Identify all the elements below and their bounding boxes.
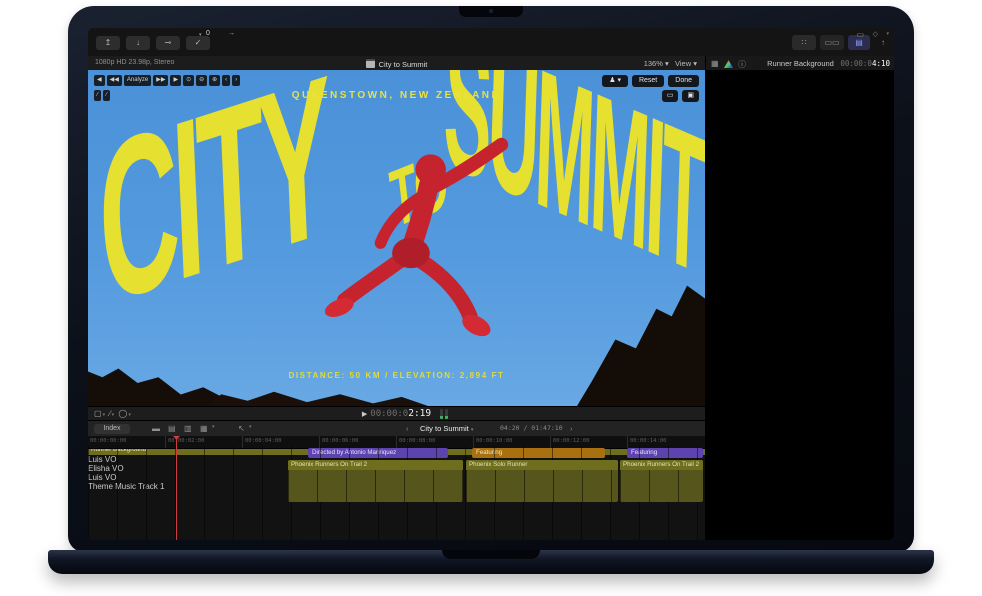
video-clip[interactable]: Phoenix Runners On Trail 2 bbox=[620, 460, 703, 502]
final-cut-pro-window: ↥ ↓ ⊸ ✓ ∷ ▭▭ ▤ ↑ 1080p HD 23.98p, Stereo… bbox=[88, 28, 894, 540]
selected-video-clip[interactable]: Runner Background bbox=[88, 445, 705, 455]
pointer-tool-button[interactable]: ↖ bbox=[238, 424, 245, 433]
viewer-zoom-menu[interactable]: 136% ▾ bbox=[644, 59, 669, 68]
loupe-button[interactable]: ⊙ bbox=[183, 75, 194, 86]
check-circle-icon: ✓ bbox=[195, 38, 202, 47]
keying-button[interactable]: ⊸ bbox=[156, 36, 180, 50]
clapperboard-icon bbox=[366, 59, 375, 68]
chevron-down-icon: ▾ bbox=[617, 77, 621, 84]
mask-rectangle-button[interactable]: ▭ bbox=[662, 90, 679, 102]
chevron-down-icon: ▾ bbox=[886, 31, 889, 37]
person-mask-menu-button[interactable]: ♟ ▾ bbox=[602, 75, 628, 87]
clip-appearance-icon-1[interactable]: ▬ bbox=[152, 424, 160, 433]
inspector-header: ▦ ⓘ Runner Background 00:00:04:10 bbox=[705, 56, 894, 71]
clip-filmstrip bbox=[466, 470, 618, 502]
timeline-project-menu[interactable]: City to Summit ▾ bbox=[420, 424, 473, 433]
lid-scoop bbox=[442, 550, 540, 559]
timeline-toggle-button[interactable]: ▭▭ bbox=[820, 35, 844, 50]
clip-title: Phoenix Solo Runner bbox=[466, 460, 618, 470]
done-button[interactable]: Done bbox=[668, 75, 699, 87]
share-icon: ↥ bbox=[105, 38, 112, 47]
inspector-panel-icon: ▤ bbox=[855, 38, 863, 47]
next-button[interactable]: › bbox=[232, 75, 240, 86]
viewer-canvas[interactable]: CITY SUMMIT TO QUEENSTOWN, NEW ZEAL bbox=[88, 70, 705, 406]
reset-button[interactable]: Reset bbox=[632, 75, 664, 87]
keyframe-diamond-icon[interactable]: ◇ bbox=[873, 30, 878, 38]
share-box-icon: ↑ bbox=[881, 38, 885, 47]
play-icon[interactable]: ▶ bbox=[362, 411, 367, 418]
draw-tools: ∕ ∕ bbox=[94, 90, 110, 101]
skip-back-button[interactable]: ◀ bbox=[94, 75, 105, 86]
zoom-out-button[interactable]: ⊖ bbox=[196, 75, 207, 86]
download-icon: ↓ bbox=[136, 38, 140, 47]
title-art-city: CITY bbox=[94, 70, 332, 357]
key-icon: ⊸ bbox=[165, 38, 172, 47]
rocks-center bbox=[208, 380, 428, 406]
chevron-down-icon: ▾ bbox=[693, 59, 697, 68]
chevron-down-icon: ▾ bbox=[212, 424, 215, 430]
mask-shape-tools: ▭ ▣ bbox=[662, 90, 699, 102]
display-icon[interactable]: ▭ bbox=[856, 30, 864, 39]
prev-button[interactable]: ‹ bbox=[222, 75, 230, 86]
viewer-info-bar: 1080p HD 23.98p, Stereo City to Summit 1… bbox=[88, 56, 705, 71]
mask-filled-button[interactable]: ▣ bbox=[682, 90, 699, 102]
skip-forward-button[interactable]: ▶ bbox=[170, 75, 181, 86]
macbook-base bbox=[48, 550, 934, 574]
inspector-timecode: 00:00:04:10 bbox=[840, 59, 890, 68]
caption-text: DISTANCE: 50 KM / ELEVATION: 2,894 FT bbox=[88, 371, 705, 380]
next-project-button[interactable]: › bbox=[570, 424, 573, 433]
audio-meters[interactable] bbox=[440, 409, 448, 419]
camera-icon bbox=[489, 9, 493, 13]
fast-forward-button[interactable]: ▶▶ bbox=[153, 75, 168, 86]
playhead[interactable] bbox=[176, 436, 177, 540]
transport-bar: ▢▾ ∕▾ ◯▾ ▶00:00:02:19 bbox=[88, 406, 705, 421]
feather-value[interactable]: 0 bbox=[206, 30, 210, 37]
pen-tool-button[interactable]: ∕ bbox=[94, 90, 101, 101]
video-clip[interactable]: Phoenix Solo Runner bbox=[466, 460, 618, 502]
clip-filmstrip bbox=[620, 470, 703, 502]
clip-appearance-icon-2[interactable]: ▤ bbox=[168, 424, 176, 433]
viewer-actions: ♟ ▾ Reset Done bbox=[602, 75, 699, 87]
browser-toggle-button[interactable]: ∷ bbox=[792, 35, 816, 50]
brush-tool-button[interactable]: ∕ bbox=[103, 90, 110, 101]
rewind-button[interactable]: ◀◀ bbox=[107, 75, 122, 86]
clip-appearance-icon-3[interactable]: ▥ bbox=[184, 424, 192, 433]
timeline-toolbar: Index ▬ ▤ ▥ ▦ ▾ ↖ ▾ ‹ City to Summit ▾ 0… bbox=[88, 420, 705, 437]
current-timecode: ▶00:00:02:19 bbox=[88, 408, 705, 419]
timeline-position-info: 04:20 / 01:47:10 bbox=[500, 424, 563, 432]
analyze-button[interactable]: Analyze bbox=[124, 75, 151, 86]
rocks-right bbox=[577, 278, 705, 406]
runner-silhouette bbox=[316, 132, 531, 372]
camera-notch bbox=[459, 6, 523, 17]
clip-filmstrip bbox=[288, 470, 463, 502]
clip-title: Phoenix Runners On Trail 2 bbox=[288, 460, 463, 470]
tiles-icon: ▭▭ bbox=[824, 38, 839, 47]
timeline-tracks[interactable]: 00:00:00:00 00:00:02:00 00:00:04:00 00:0… bbox=[88, 436, 705, 540]
video-clip[interactable]: Phoenix Runners On Trail 2 bbox=[288, 460, 463, 502]
share-button[interactable]: ↥ bbox=[96, 36, 120, 50]
location-text: QUEENSTOWN, NEW ZEALAND bbox=[88, 90, 705, 101]
chevron-down-icon: ▾ bbox=[471, 427, 474, 433]
analysis-transport-controls: ◀ ◀◀ Analyze ▶▶ ▶ ⊙ ⊖ ⊕ ‹ › bbox=[94, 75, 240, 86]
index-button[interactable]: Index bbox=[94, 424, 130, 434]
clip-title: Phoenix Runners On Trail 2 bbox=[620, 460, 703, 470]
chevron-down-icon: ▾ bbox=[249, 424, 252, 430]
next-keyframe-icon[interactable]: → bbox=[228, 30, 235, 37]
person-icon: ♟ bbox=[609, 77, 615, 84]
project-title-display: City to Summit bbox=[88, 59, 705, 69]
clip-appearance-icon-4[interactable]: ▦ bbox=[200, 424, 208, 433]
background-tasks-button[interactable]: ✓ bbox=[186, 36, 210, 50]
grid-icon: ∷ bbox=[801, 38, 806, 47]
zoom-in-button[interactable]: ⊕ bbox=[209, 75, 220, 86]
import-button[interactable]: ↓ bbox=[126, 36, 150, 50]
viewer-view-menu[interactable]: View ▾ bbox=[675, 59, 697, 68]
macbook-lid: ↥ ↓ ⊸ ✓ ∷ ▭▭ ▤ ↑ 1080p HD 23.98p, Stereo… bbox=[68, 6, 914, 552]
chevron-down-icon: ▾ bbox=[199, 32, 202, 38]
chevron-down-icon: ▾ bbox=[665, 59, 669, 68]
previous-project-button[interactable]: ‹ bbox=[406, 424, 409, 433]
